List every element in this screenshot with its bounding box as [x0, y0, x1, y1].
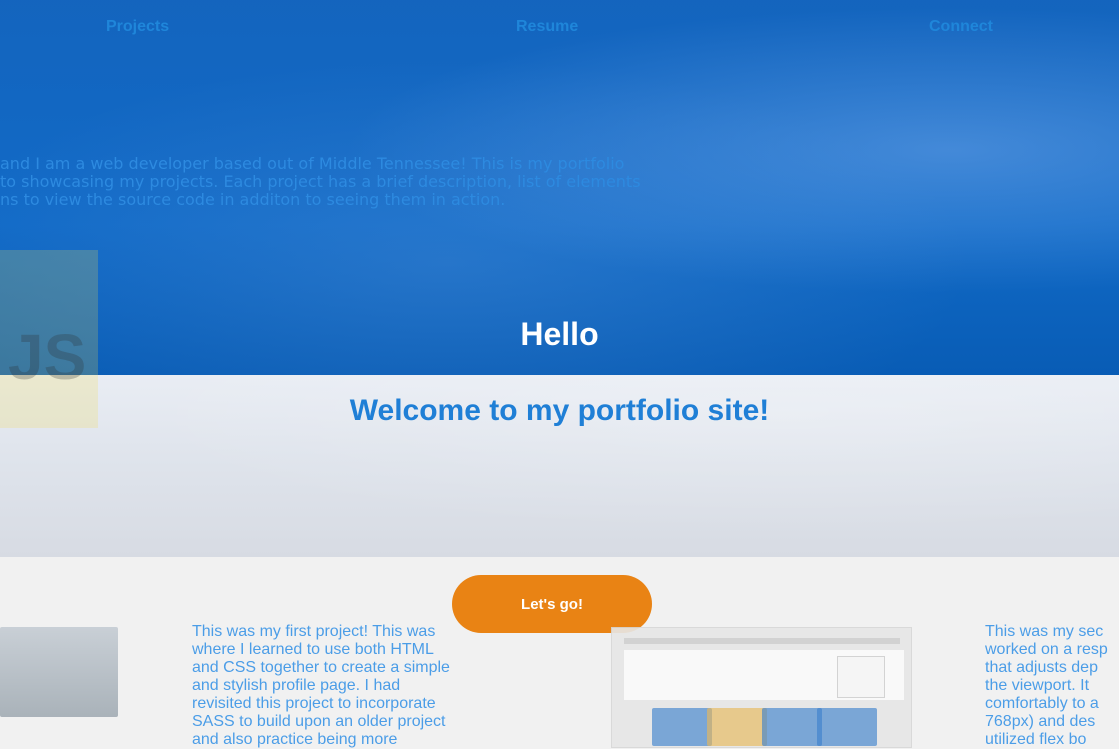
project-2-desc-line: This was my sec [985, 623, 1104, 640]
thumbnail-tile [817, 708, 877, 746]
hero-welcome-heading: Welcome to my portfolio site! [349, 394, 770, 427]
project-1-desc-line: where I learned to use both HTML [192, 641, 434, 658]
hero-hello-heading: Hello [520, 316, 599, 352]
thumbnail-tile [762, 708, 822, 746]
project-2-desc-line: comfortably to a [985, 695, 1099, 712]
project-1-desc-line: SASS to build upon an older project [192, 713, 446, 730]
project-1-desc-line: revisited this project to incorporate [192, 695, 436, 712]
project-2-desc-line: worked on a resp [985, 641, 1108, 658]
project-1-description: This was my first project! This was wher… [192, 623, 482, 749]
project-thumbnail-1[interactable] [0, 627, 118, 717]
nav-connect[interactable]: Connect [929, 18, 993, 36]
nav-projects[interactable]: Projects [106, 18, 169, 36]
thumbnail-avatar-icon [837, 656, 885, 698]
intro-line-3: ns to view the source code in additon to… [0, 190, 506, 209]
project-1-desc-line: and CSS together to create a simple [192, 659, 450, 676]
intro-line-2: to showcasing my projects. Each project … [0, 172, 641, 191]
lets-go-button[interactable]: Let's go! [452, 575, 652, 633]
project-1-desc-line: and also practice being more [192, 731, 398, 748]
project-2-desc-line: that adjusts dep [985, 659, 1098, 676]
intro-line-1: and I am a web developer based out of Mi… [0, 154, 625, 173]
thumbnail-tile [707, 708, 767, 746]
project-2-desc-line: utilized flex bo [985, 731, 1087, 748]
project-1-desc-line: This was my first project! This was [192, 623, 436, 640]
project-thumbnail-2[interactable] [611, 627, 912, 748]
project-2-desc-line: 768px) and des [985, 713, 1096, 730]
nav-resume[interactable]: Resume [516, 18, 578, 36]
thumbnail-browser-bar [624, 638, 900, 644]
intro-paragraph: and I am a web developer based out of Mi… [0, 155, 650, 209]
project-2-description: This was my sec worked on a resp that ad… [985, 623, 1119, 749]
project-2-desc-line: the viewport. It [985, 677, 1090, 694]
project-1-desc-line: and stylish profile page. I had [192, 677, 401, 694]
thumbnail-tile [652, 708, 712, 746]
